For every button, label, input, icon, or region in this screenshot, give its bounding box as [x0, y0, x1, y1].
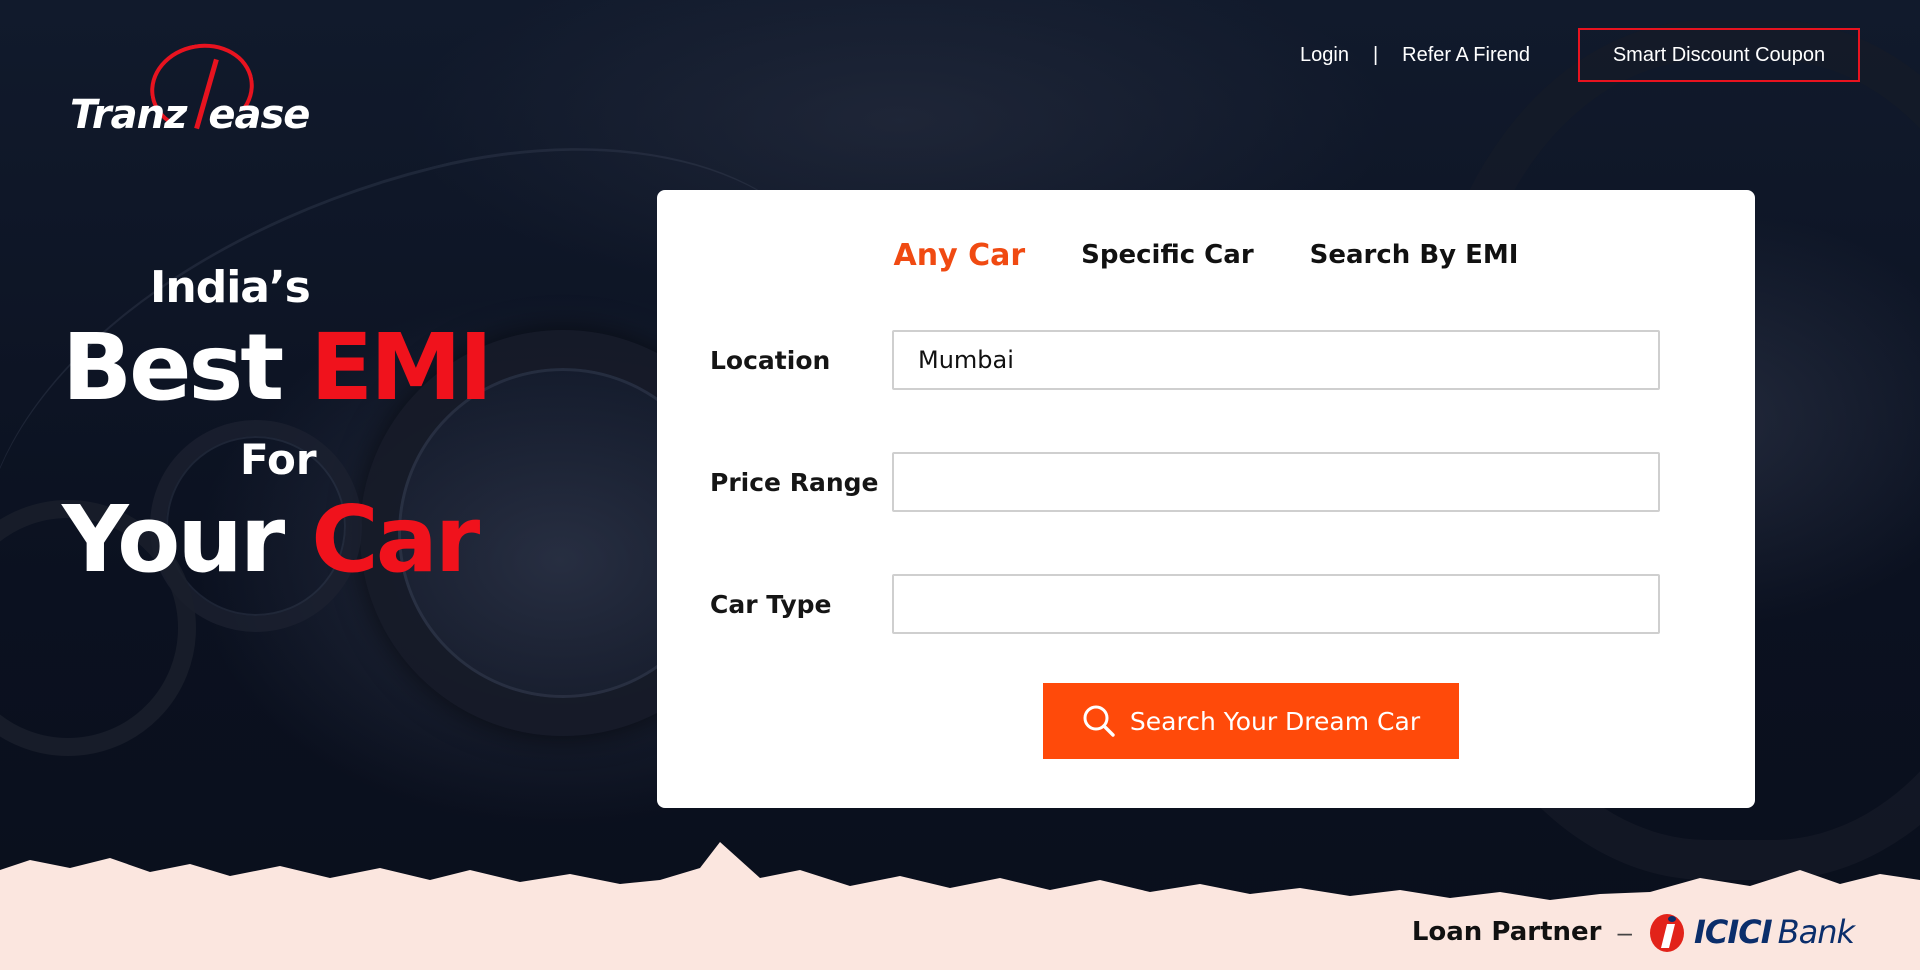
refer-friend-link[interactable]: Refer A Firend — [1402, 44, 1530, 67]
search-tabs: Any Car Specific Car Search By EMI — [657, 238, 1755, 273]
loan-partner-dash: – — [1617, 916, 1632, 947]
login-link[interactable]: Login — [1300, 44, 1349, 67]
headline-best: Best — [62, 314, 311, 421]
icici-bank-logo[interactable]: ICICI Bank — [1648, 910, 1855, 954]
car-type-input[interactable] — [892, 574, 1660, 634]
tab-specific-car[interactable]: Specific Car — [1081, 240, 1253, 273]
icici-name-text: ICICI — [1693, 913, 1773, 951]
location-label: Location — [710, 345, 831, 375]
search-card: Any Car Specific Car Search By EMI Locat… — [657, 190, 1755, 808]
nav-separator: | — [1372, 43, 1379, 66]
tranzlease-logo[interactable]: Tranz ease — [70, 35, 310, 150]
location-row: Location — [710, 330, 1660, 390]
headline-line3: For — [240, 435, 317, 484]
icici-bank-name: ICICI Bank — [1693, 913, 1855, 951]
tab-any-car[interactable]: Any Car — [894, 238, 1026, 273]
smart-discount-coupon-button[interactable]: Smart Discount Coupon — [1578, 28, 1860, 82]
headline-emi: EMI — [310, 314, 493, 421]
headline-line1: India’s — [150, 262, 311, 313]
headline-your: Your — [62, 486, 312, 593]
logo-text-right: ease — [208, 92, 310, 138]
logo-text: Tranz ease — [70, 92, 310, 138]
tab-search-by-emi[interactable]: Search By EMI — [1310, 240, 1519, 273]
search-icon — [1083, 705, 1115, 737]
top-nav: Login | Refer A Firend Smart Discount Co… — [1300, 26, 1860, 84]
headline-line2: Best EMI — [62, 322, 493, 414]
icici-mark-icon — [1648, 910, 1690, 954]
headline-line4: Your Car — [62, 494, 480, 586]
car-type-row: Car Type — [710, 574, 1660, 634]
car-type-label: Car Type — [710, 589, 832, 619]
search-dream-car-button[interactable]: Search Your Dream Car — [1043, 683, 1459, 759]
price-range-label: Price Range — [710, 467, 879, 497]
logo-text-left: Tranz — [70, 92, 187, 138]
location-input[interactable] — [892, 330, 1660, 390]
price-range-row: Price Range — [710, 452, 1660, 512]
loan-partner: Loan Partner – ICICI Bank — [1411, 910, 1855, 954]
headline-car: Car — [311, 486, 480, 593]
price-range-input[interactable] — [892, 452, 1660, 512]
loan-partner-label: Loan Partner — [1411, 917, 1602, 947]
search-button-label: Search Your Dream Car — [1129, 706, 1421, 736]
bank-name-text: Bank — [1777, 913, 1855, 951]
